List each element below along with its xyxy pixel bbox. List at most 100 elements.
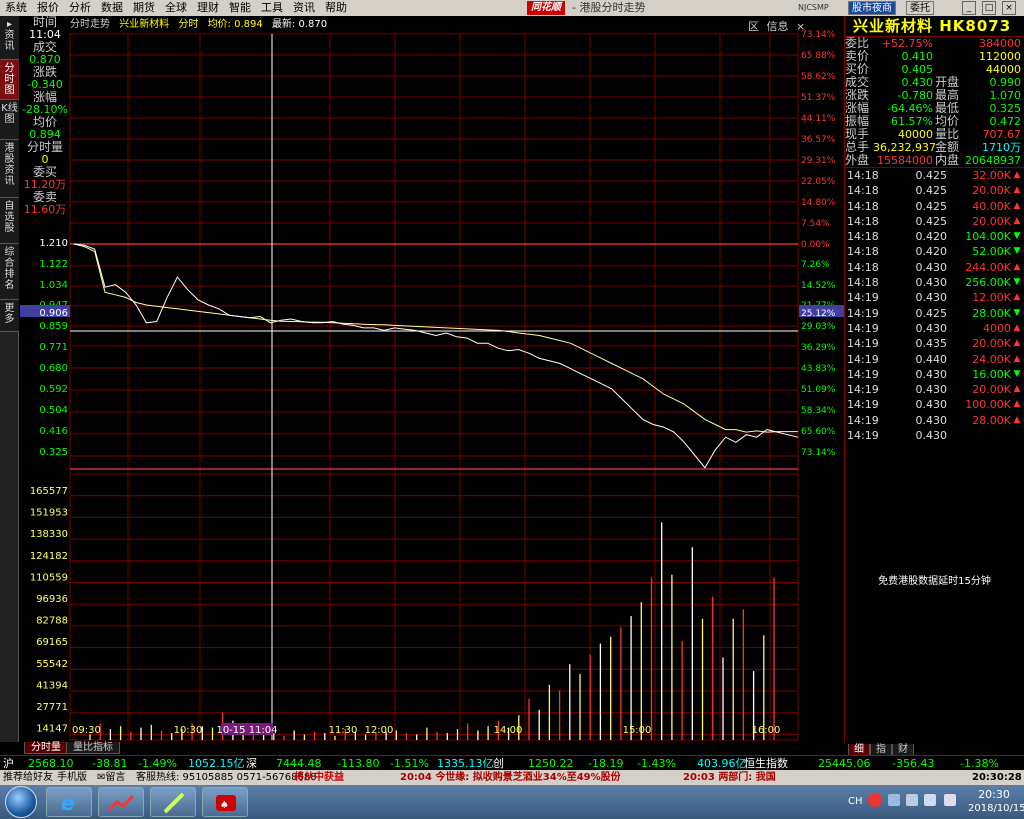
- tick-volume: 20.00K: [972, 184, 1011, 198]
- quote-value: 1710万: [982, 141, 1021, 154]
- tick-volume: 100.00K: [965, 398, 1011, 412]
- chart-grid: [69, 33, 799, 741]
- menu-system[interactable]: 系统: [0, 0, 32, 16]
- tick-volume: 244.00K: [965, 260, 1011, 274]
- tick-time: 14:18: [847, 169, 879, 182]
- menu-smart[interactable]: 智能: [224, 0, 256, 16]
- index-ticker-strip[interactable]: 沪 2568.10 -38.81 -1.49% 1052.15亿深 7444.48 -113…: [0, 755, 1024, 770]
- svg-text:♠: ♠: [220, 800, 229, 811]
- menu-finance[interactable]: 理财: [192, 0, 224, 16]
- up-arrow-icon: ▲: [1013, 261, 1021, 272]
- tick-volume: 28.00K: [972, 306, 1011, 320]
- tab-minute-volume[interactable]: 分时量: [24, 742, 68, 754]
- flag-icon[interactable]: [924, 794, 936, 806]
- volume-icon[interactable]: [906, 794, 918, 806]
- news-headline-2[interactable]: 20:03 两部门: 我国: [683, 770, 776, 785]
- news-clock: 20:30:28: [972, 772, 1022, 783]
- down-arrow-icon: ▼: [1013, 277, 1021, 288]
- tick-row: 14:18 0.430 244.00K ▲: [845, 260, 1024, 275]
- night-market-button[interactable]: 股市夜商: [848, 1, 896, 15]
- up-arrow-icon: ▲: [1013, 353, 1021, 364]
- tick-time: 14:19: [847, 306, 879, 320]
- menu-help[interactable]: 帮助: [320, 0, 352, 16]
- close-icon[interactable]: ×: [1002, 1, 1016, 15]
- menu-info[interactable]: 资讯: [288, 0, 320, 16]
- menu-data[interactable]: 数据: [96, 0, 128, 16]
- chart-app-icon[interactable]: [98, 787, 144, 817]
- quote-value: 0.990: [989, 76, 1022, 89]
- tick-volume: 32.00K: [972, 169, 1011, 182]
- tick-time: 14:19: [847, 398, 879, 412]
- index-item: -1.38%: [960, 757, 999, 770]
- down-arrow-icon: ▼: [1013, 368, 1021, 379]
- network-icon[interactable]: [888, 794, 900, 806]
- pen-app-icon[interactable]: [150, 787, 196, 817]
- index-item: -113.80: [337, 757, 380, 770]
- monitor-icon[interactable]: [944, 794, 956, 806]
- tick-row: 14:19 0.430 4000 ▲: [845, 321, 1024, 336]
- price-axis-label: 0.771: [39, 342, 68, 353]
- price-axis-label: 0.504: [39, 405, 68, 416]
- clock-time[interactable]: 20:30: [968, 788, 1020, 801]
- tick-price: 0.420: [915, 230, 948, 244]
- menu-futures[interactable]: 期货: [128, 0, 160, 16]
- tick-list[interactable]: 14:18 0.425 32.00K ▲ 14:18 0.425 20.00K ▲ 14:18 0…: [845, 168, 1024, 443]
- quote-panel: 兴业新材料 HK8073 委比 +52.75% 384000 卖价 0.410 11200…: [844, 16, 1024, 743]
- up-arrow-icon: ▲: [1013, 399, 1021, 410]
- maximize-icon[interactable]: □: [982, 1, 996, 15]
- tick-volume: 40.00K: [972, 199, 1011, 213]
- quote-value: 20648937: [965, 154, 1021, 167]
- tick-row: 14:18 0.425 32.00K ▲: [845, 168, 1024, 183]
- menu-analysis[interactable]: 分析: [64, 0, 96, 16]
- pct-axis-label: 22.05%: [801, 177, 836, 187]
- tick-price: 0.425: [915, 306, 948, 320]
- quote-value: 40000: [898, 128, 933, 141]
- pct-axis-label: 58.34%: [801, 406, 836, 416]
- index-item: 1052.15亿: [188, 757, 245, 770]
- tick-time: 14:19: [847, 337, 879, 351]
- chart-frame: [69, 33, 799, 741]
- news-headline-1[interactable]: 20:04 今世缘: 拟收购景芝酒业34%至49%股份: [400, 770, 621, 785]
- menu-tools[interactable]: 工具: [256, 0, 288, 16]
- sogou-icon[interactable]: [868, 793, 882, 807]
- price-axis-label: 0.325: [39, 447, 68, 458]
- tab-volume-ratio[interactable]: 量比指标: [66, 742, 120, 754]
- tick-volume: 24.00K: [972, 352, 1011, 366]
- recommend-link[interactable]: 推荐给好友: [3, 770, 53, 785]
- intraday-chart[interactable]: 1.2101.1221.0340.9470.9060.8590.7710.680…: [0, 16, 844, 742]
- pct-axis-label: 43.83%: [801, 364, 836, 374]
- index-item: -1.49%: [138, 757, 177, 770]
- index-item: -356.43: [892, 757, 935, 770]
- message-link[interactable]: ✉ 留言: [97, 770, 125, 785]
- indicator-tabs: 分时量 量比指标: [0, 742, 844, 754]
- time-axis-label: 12:00: [365, 725, 394, 736]
- tick-price: 0.430: [915, 321, 948, 335]
- pct-axis-label: 29.03%: [801, 322, 836, 332]
- clock-date[interactable]: 2018/10/15: [968, 803, 1024, 814]
- ths-app-icon[interactable]: ♠: [202, 787, 248, 817]
- quote-label: [935, 50, 965, 63]
- tick-volume: 52.00K: [972, 245, 1011, 259]
- menu-bar: 系统 报价 分析 数据 期货 全球 理财 智能 工具 资讯 帮助 同花顺 - 港…: [0, 0, 1024, 16]
- pct-axis-label: 73.14%: [801, 448, 836, 458]
- menu-global[interactable]: 全球: [160, 0, 192, 16]
- start-button-icon[interactable]: [5, 786, 37, 818]
- minimize-icon[interactable]: _: [962, 1, 976, 15]
- mobile-link[interactable]: 手机版: [57, 770, 87, 785]
- price-axis-label: 0.416: [39, 426, 68, 437]
- news-bar: 推荐给好友 手机版 ✉ 留言 客服热线: 95105885 0571-567688…: [0, 770, 1024, 785]
- order-button[interactable]: 委托: [906, 1, 934, 15]
- input-lang[interactable]: CH: [848, 796, 863, 807]
- price-axis-label: 1.210: [39, 238, 68, 249]
- index-item: -1.43%: [637, 757, 676, 770]
- tick-row: 14:19 0.425 28.00K ▼: [845, 306, 1024, 321]
- tick-volume: 4000: [983, 321, 1011, 335]
- quote-value: 112000: [979, 50, 1021, 63]
- svg-text:e: e: [61, 791, 75, 815]
- tick-time: 14:18: [847, 214, 879, 228]
- price-axis-label: 0.906: [39, 308, 68, 319]
- volume-bars: [89, 522, 775, 740]
- promo-text[interactable]: 将从中获益: [294, 770, 344, 785]
- ie-browser-icon[interactable]: e: [46, 787, 92, 817]
- menu-quote[interactable]: 报价: [32, 0, 64, 16]
